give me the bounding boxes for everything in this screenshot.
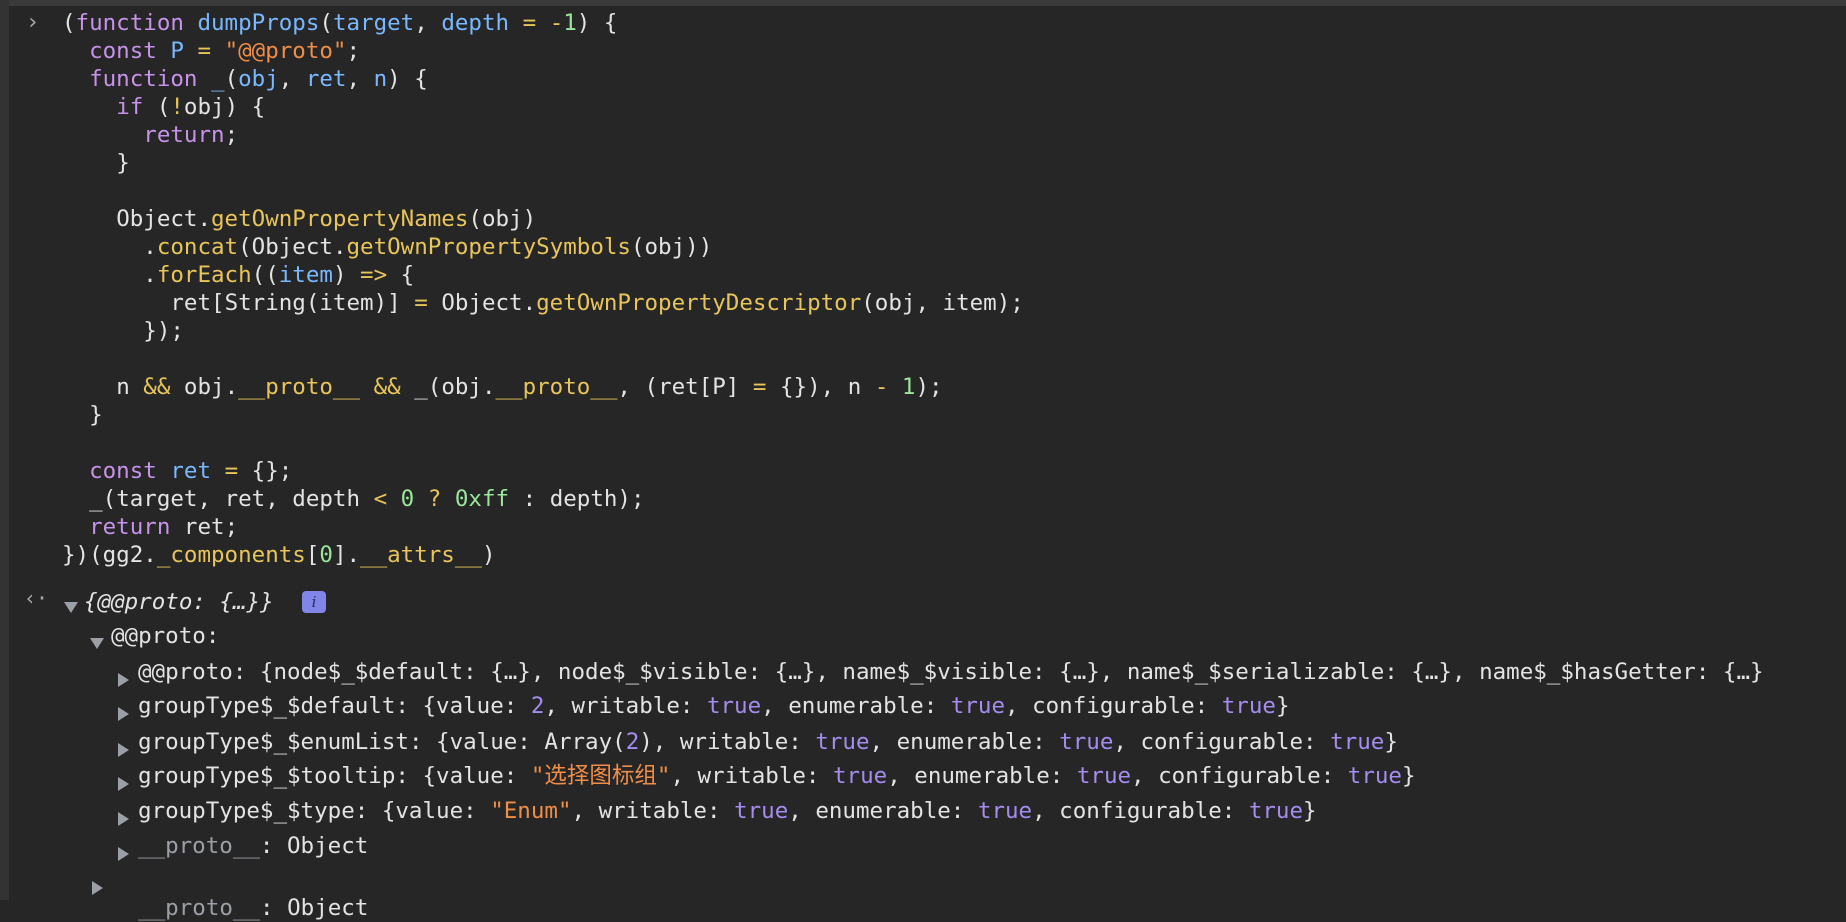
return-arrow-icon: ‹·: [24, 586, 49, 610]
entry-expand-toggle[interactable]: [118, 770, 129, 796]
property-entry[interactable]: __proto__: Object: [138, 832, 368, 860]
property-key: groupType$_$type: [138, 798, 355, 824]
property-entry[interactable]: groupType$_$tooltip: {value: "选择图标组", wr…: [138, 762, 1416, 790]
code-line: Object.getOwnPropertyNames(obj): [116, 206, 537, 232]
code-line: const P = "@@proto";: [89, 38, 361, 64]
code-line: }: [116, 150, 130, 176]
entry-expand-toggle[interactable]: [118, 840, 129, 866]
property-value: {value: "Enum", writable: true, enumerab…: [381, 798, 1317, 824]
property-entry[interactable]: @@proto: {node$_$default: {…}, node$_$vi…: [138, 658, 1764, 686]
outer-proto-toggle[interactable]: [92, 874, 103, 900]
property-key: groupType$_$default: [138, 693, 396, 719]
code-line: .forEach((item) => {: [143, 262, 415, 288]
code-line: _(target, ret, depth < 0 ? 0xff : depth)…: [89, 486, 645, 512]
code-line: }: [89, 402, 103, 428]
property-value: Object: [287, 833, 369, 859]
property-value: {value: 2, writable: true, enumerable: t…: [422, 693, 1290, 719]
entry-expand-toggle[interactable]: [118, 736, 129, 762]
info-badge[interactable]: i: [302, 591, 326, 613]
code-line: return ret;: [89, 514, 239, 540]
property-key: @@proto: [138, 659, 233, 685]
entry-expand-toggle[interactable]: [118, 700, 129, 726]
code-line: });: [143, 318, 184, 344]
entry-expand-toggle[interactable]: [118, 805, 129, 831]
property-value: {value: "选择图标组", writable: true, enumera…: [422, 763, 1416, 789]
panel-left-border: [0, 0, 9, 900]
property-value: {node$_$default: {…}, node$_$visible: {……: [259, 659, 1764, 685]
property-entry[interactable]: groupType$_$type: {value: "Enum", writab…: [138, 797, 1317, 825]
property-key: groupType$_$tooltip: [138, 763, 396, 789]
property-key: groupType$_$enumList: [138, 729, 409, 755]
outer-proto-value: Object: [287, 895, 369, 921]
code-line: const ret = {};: [89, 458, 293, 484]
result-expand-toggle[interactable]: [64, 594, 78, 620]
proto-expand-toggle[interactable]: [90, 630, 104, 656]
result-summary[interactable]: {@@proto: {…}}: [84, 588, 274, 616]
panel-top-border: [0, 0, 1846, 6]
proto-label[interactable]: @@proto:: [111, 622, 219, 650]
property-entry[interactable]: groupType$_$enumList: {value: Array(2), …: [138, 728, 1398, 756]
entry-expand-toggle[interactable]: [118, 666, 129, 692]
code-line: })(gg2._components[0].__attrs__): [62, 542, 496, 568]
code-line: .concat(Object.getOwnPropertySymbols(obj…: [143, 234, 713, 260]
property-value: {value: Array(2), writable: true, enumer…: [436, 729, 1398, 755]
code-line: ret[String(item)] = Object.getOwnPropert…: [170, 290, 1024, 316]
code-line: if (!obj) {: [116, 94, 266, 120]
code-line: (function dumpProps(target, depth = -1) …: [62, 10, 618, 36]
code-line: function _(obj, ret, n) {: [89, 66, 428, 92]
outer-proto-row[interactable]: __proto__: Object: [111, 866, 368, 921]
chevron-right-icon: ›: [26, 10, 40, 35]
outer-proto-key: __proto__: [138, 895, 261, 921]
code-line: n && obj.__proto__ && _(obj.__proto__, (…: [116, 374, 943, 400]
property-entry[interactable]: groupType$_$default: {value: 2, writable…: [138, 692, 1289, 720]
code-line: return;: [143, 122, 239, 148]
property-key: __proto__: [138, 833, 260, 859]
